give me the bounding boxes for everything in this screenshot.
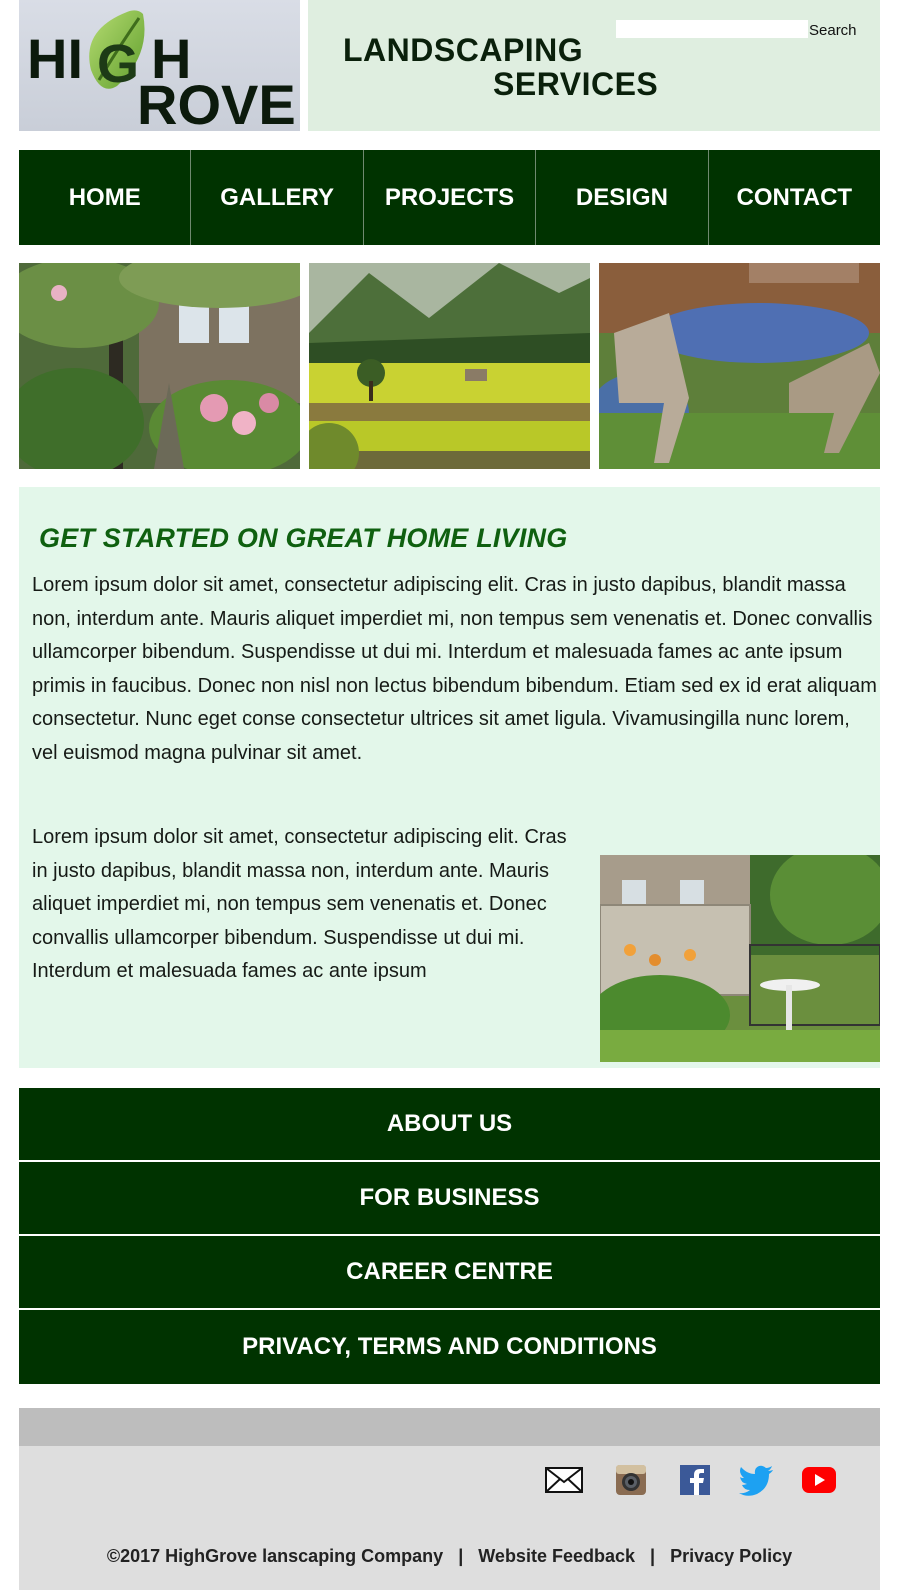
for-business-link[interactable]: FOR BUSINESS <box>19 1162 880 1234</box>
nav-home[interactable]: HOME <box>19 150 192 245</box>
main-nav: HOME GALLERY PROJECTS DESIGN CONTACT <box>19 150 880 245</box>
facebook-icon[interactable] <box>674 1464 714 1496</box>
footer-top-bar <box>19 1408 880 1446</box>
search-button[interactable]: Search <box>809 22 857 39</box>
copyright-row: ©2017 HighGrove lanscaping Company | Web… <box>19 1546 880 1567</box>
nav-projects[interactable]: PROJECTS <box>364 150 537 245</box>
header-title-panel: LANDSCAPING SERVICES Search <box>308 0 880 131</box>
mail-icon[interactable] <box>544 1464 584 1496</box>
secondary-paragraph: Lorem ipsum dolor sit amet, consectetur … <box>32 826 567 982</box>
content-section: GET STARTED ON GREAT HOME LIVING Lorem i… <box>19 487 880 1068</box>
site-footer: ©2017 HighGrove lanscaping Company | Web… <box>19 1446 880 1590</box>
site-title-line-1: LANDSCAPING <box>343 32 584 68</box>
highgrove-logo-icon: HI G H ROVE <box>27 10 296 131</box>
logo[interactable]: HI G H ROVE <box>19 0 300 131</box>
garden-patio-photo <box>600 855 880 1062</box>
separator: | <box>650 1546 656 1566</box>
website-feedback-link[interactable]: Website Feedback <box>478 1546 635 1566</box>
nav-gallery[interactable]: GALLERY <box>191 150 364 245</box>
privacy-policy-link[interactable]: Privacy Policy <box>670 1546 792 1566</box>
privacy-terms-link[interactable]: PRIVACY, TERMS AND CONDITIONS <box>19 1310 880 1384</box>
svg-text:ROVE: ROVE <box>137 73 296 131</box>
career-centre-link[interactable]: CAREER CENTRE <box>19 1236 880 1308</box>
section-heading: GET STARTED ON GREAT HOME LIVING <box>39 523 568 553</box>
about-us-link[interactable]: ABOUT US <box>19 1088 880 1160</box>
intro-paragraph: Lorem ipsum dolor sit amet, consectetur … <box>32 574 877 764</box>
search-input[interactable] <box>616 20 808 38</box>
nav-design[interactable]: DESIGN <box>536 150 709 245</box>
copyright-text: ©2017 HighGrove lanscaping Company <box>106 1546 444 1566</box>
separator: | <box>458 1546 464 1566</box>
svg-text:G: G <box>97 34 139 94</box>
site-title-line-2: SERVICES <box>493 66 659 102</box>
nav-contact[interactable]: CONTACT <box>709 150 880 245</box>
valley-fields-photo <box>309 263 590 469</box>
garden-chairs-photo <box>599 263 880 469</box>
youtube-icon[interactable] <box>799 1464 839 1496</box>
twitter-icon[interactable] <box>737 1464 777 1496</box>
garden-cottage-photo <box>19 263 300 469</box>
svg-text:HI: HI <box>27 27 83 90</box>
instagram-icon[interactable] <box>611 1464 651 1496</box>
